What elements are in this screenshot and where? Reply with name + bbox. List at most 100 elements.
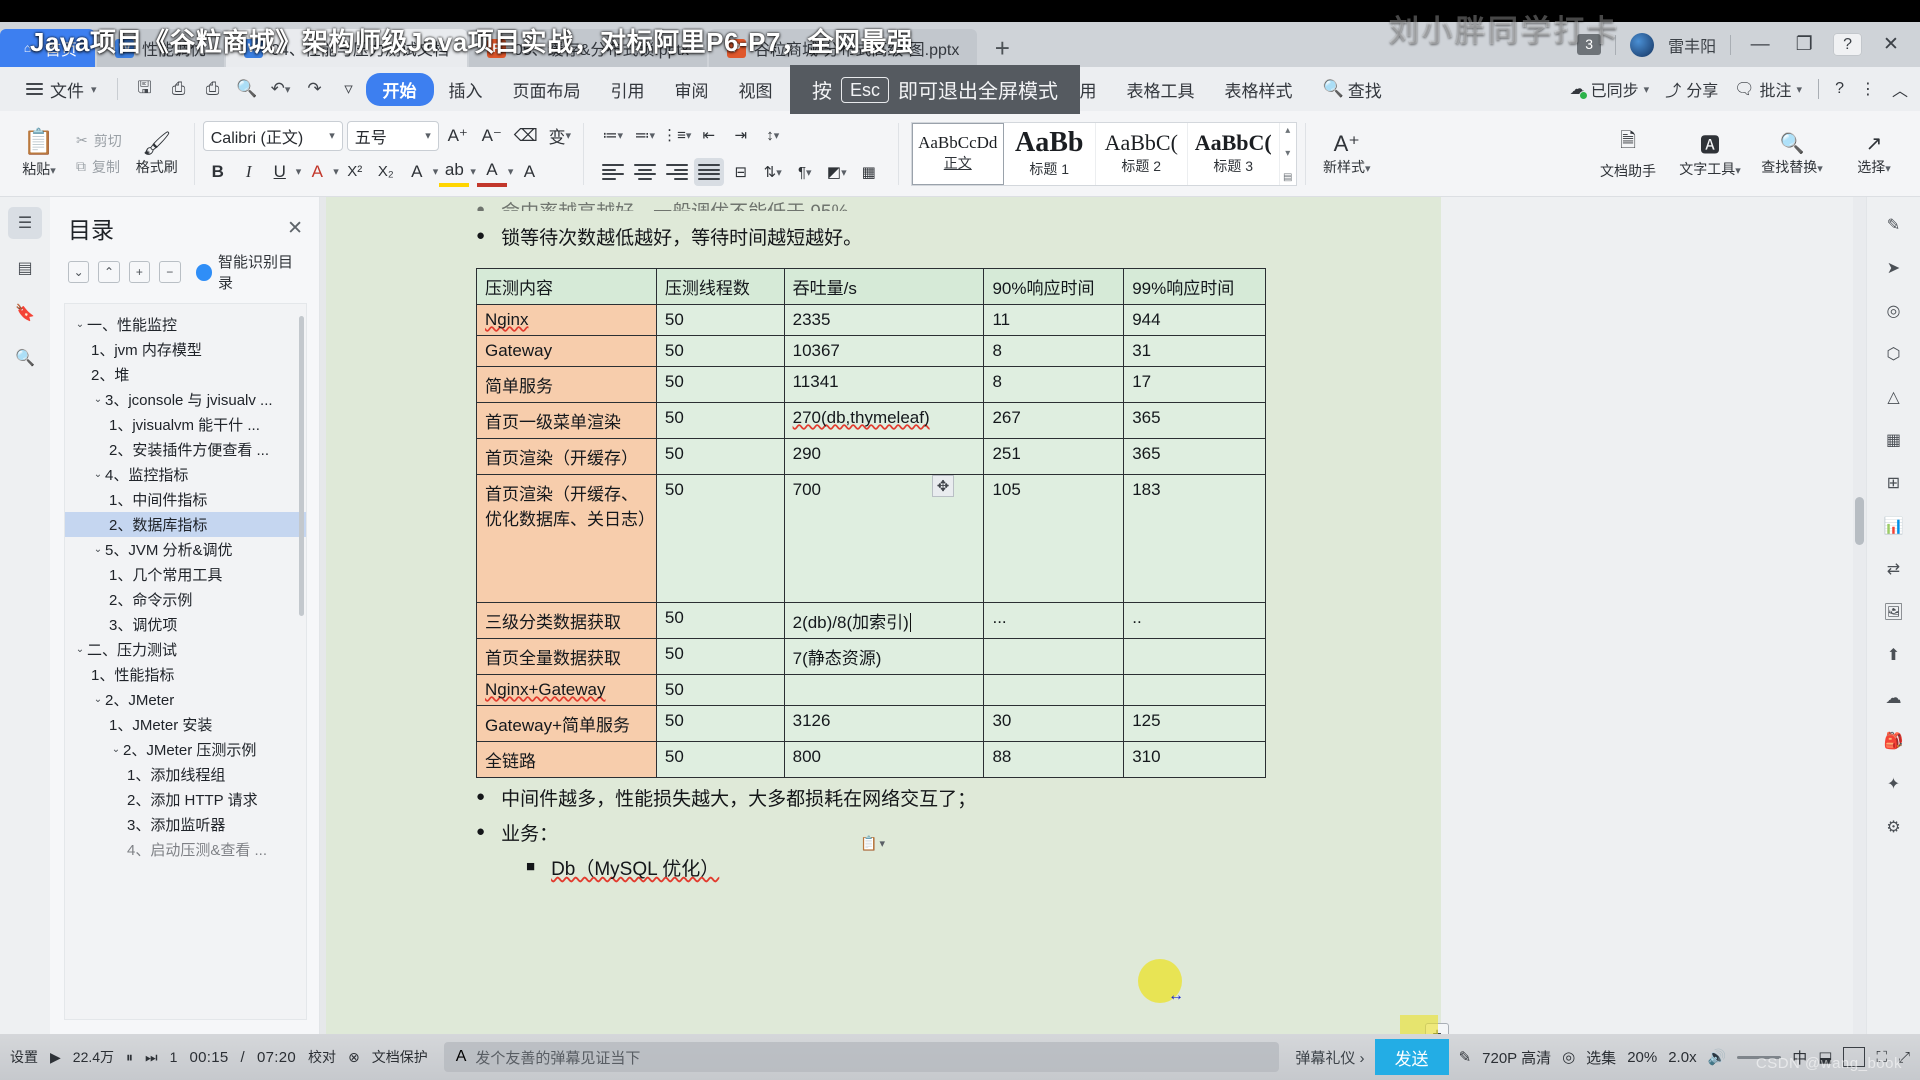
proofread-label[interactable]: 校对 [308, 1047, 336, 1067]
outline-item[interactable]: 1、添加线程组 [65, 762, 306, 787]
table-row[interactable]: 首页全量数据获取 50 7(静态资源) [476, 638, 1266, 675]
chevron-down-icon[interactable]: ▾ [333, 165, 339, 178]
outline-item[interactable]: 1、jvm 内存模型 [65, 337, 306, 362]
thumbnail-panel-icon[interactable]: ▤ [8, 252, 42, 284]
scroll-down-icon[interactable]: ▾ [1285, 148, 1290, 159]
expand-all-icon[interactable]: + [128, 261, 151, 283]
episode-list-button[interactable]: 选集 [1586, 1047, 1616, 1068]
table-row[interactable]: 首页渲染（开缓存） 50 290 251 365 [476, 438, 1266, 475]
collapse-all-icon[interactable]: − [159, 261, 181, 283]
smart-outline-button[interactable]: 智能识别目录 [195, 251, 306, 293]
cell-name[interactable]: Gateway [476, 335, 657, 367]
danmaku-toggle-icon[interactable]: ⊗ [348, 1049, 360, 1066]
line-spacing-icon[interactable]: ↕ ▾ [758, 120, 788, 150]
chevron-down-icon[interactable]: ⌄ [91, 694, 105, 705]
collapse-up-icon[interactable]: ⌃ [98, 261, 120, 283]
char-shading-button[interactable]: A [402, 157, 432, 187]
send-danmaku-button[interactable]: 发送 [1374, 1039, 1449, 1075]
cell-name[interactable]: 三级分类数据获取 [476, 602, 657, 639]
italic-button[interactable]: I [234, 157, 264, 187]
tab-table-tools[interactable]: 表格工具 [1112, 73, 1210, 106]
subscript-button[interactable]: X₂ [371, 157, 401, 187]
bullet-list-icon[interactable]: ≔ ▾ [598, 120, 628, 150]
expand-gallery-icon[interactable]: ▤ [1283, 172, 1292, 183]
minimize-button[interactable]: — [1745, 34, 1775, 56]
star-icon[interactable]: ✦ [1877, 768, 1911, 800]
new-style-button[interactable]: A⁺ 新样式▾ [1314, 131, 1380, 177]
triangle-icon[interactable]: △ [1877, 381, 1911, 413]
close-button[interactable]: ✕ [1876, 33, 1906, 56]
cell-threads[interactable]: 50 [655, 674, 785, 706]
align-center-icon[interactable] [630, 158, 660, 186]
outline-item[interactable]: 2、堆 [65, 362, 306, 387]
cell-threads[interactable]: 50 [655, 335, 785, 367]
chevron-down-icon[interactable]: ⌄ [91, 394, 105, 405]
chart-icon[interactable]: 📊 [1877, 510, 1911, 542]
cell-throughput[interactable]: 3126 [783, 705, 985, 742]
style-gallery-scrollbar[interactable]: ▴ ▾ ▤ [1280, 123, 1296, 185]
tab-insert[interactable]: 插入 [434, 73, 498, 106]
font-size-select[interactable]: 五号 ▾ [346, 120, 439, 151]
cell-threads[interactable]: 50 [655, 304, 785, 336]
danmaku-input[interactable]: A 发个友善的弹幕见证当下 [443, 1042, 1280, 1072]
outline-item[interactable]: 1、中间件指标 [65, 487, 306, 512]
outline-item[interactable]: 2、安装插件方便查看 ... [65, 437, 306, 462]
style-heading-2[interactable]: AaBbC( 标题 2 [1096, 122, 1188, 185]
cell-p90[interactable] [983, 638, 1125, 675]
tab-page-layout[interactable]: 页面布局 [498, 73, 596, 106]
cell-p99[interactable]: 944 [1123, 304, 1266, 336]
tab-references[interactable]: 引用 [596, 73, 660, 106]
style-heading-1[interactable]: AaBb 标题 1 [1004, 122, 1096, 185]
cell-throughput[interactable]: 10367 [783, 335, 985, 367]
outline-item[interactable]: ⌄ 2、JMeter [65, 687, 306, 712]
comment-button[interactable]: 🗨 批注 ▾ [1734, 77, 1802, 101]
cell-throughput[interactable]: 7(静态资源) [783, 638, 985, 675]
search-panel-icon[interactable]: 🔍 [8, 342, 42, 374]
avatar[interactable] [1630, 32, 1655, 57]
settings-label[interactable]: 设置 [10, 1047, 38, 1067]
document-canvas[interactable]: ● 命中率越高越好，一般调优不能低于 95%。 ● 锁等待次数越低越好，等待时间… [320, 197, 1866, 1034]
bold-button[interactable]: B [203, 157, 233, 187]
cell-name[interactable]: Gateway+简单服务 [476, 705, 657, 742]
quality-selector[interactable]: 720P 高清 [1482, 1047, 1551, 1068]
cell-p90[interactable]: ... [983, 602, 1125, 639]
cell-p99[interactable]: 17 [1123, 366, 1266, 403]
table-row[interactable]: 三级分类数据获取 50 2(db)/8(加索引) ... .. [476, 602, 1266, 639]
pause-button[interactable]: ⏸ [126, 1049, 133, 1066]
outline-item[interactable]: ⌄ 5、JVM 分析&调优 [65, 537, 306, 562]
play-pause-button[interactable]: ▶ [50, 1049, 61, 1066]
share-button[interactable]: ⤴ 分享 [1665, 77, 1718, 101]
volume-icon[interactable]: 🔊 [1708, 1048, 1727, 1066]
doc-assistant-button[interactable]: 🗎 文档助手 [1588, 126, 1668, 181]
text-tools-button[interactable]: 🅰 文字工具▾ [1670, 129, 1750, 179]
decrease-indent-icon[interactable]: ⇤ [694, 120, 724, 150]
tab-view[interactable]: 视图 [724, 73, 788, 106]
find-replace-button[interactable]: 🔍 查找替换▾ [1752, 131, 1832, 177]
outline-item[interactable]: ⌄ 二、压力测试 [65, 637, 306, 662]
cell-p99[interactable]: 365 [1123, 402, 1266, 439]
outline-item[interactable]: ⌄ 一、性能监控 [65, 312, 306, 337]
cell-name[interactable]: Nginx+Gateway [476, 674, 657, 706]
table-row[interactable]: Gateway+简单服务 50 3126 30 125 [476, 705, 1266, 742]
table-icon[interactable]: ▦ [1877, 424, 1911, 456]
outline-item[interactable]: 1、性能指标 [65, 662, 306, 687]
save-icon[interactable]: 🖫 [128, 74, 162, 104]
tab-start[interactable]: 开始 [365, 72, 434, 106]
cursor-icon[interactable]: ➤ [1877, 252, 1911, 284]
pinyin-guide-icon[interactable]: 变 ▾ [545, 121, 575, 151]
table-row[interactable]: 简单服务 50 11341 8 17 [476, 366, 1266, 403]
tab-review[interactable]: 审阅 [660, 73, 724, 106]
document-scrollbar-track[interactable] [1853, 197, 1866, 1034]
outline-item[interactable]: ⌄ 3、jconsole 与 jvisualv ... [65, 387, 306, 412]
flow-icon[interactable]: ⇄ [1877, 553, 1911, 585]
cell-p99[interactable]: .. [1123, 602, 1266, 639]
cloud-icon[interactable]: ☁ [1877, 682, 1911, 714]
format-painter-button[interactable]: 🖌 格式刷 [128, 130, 186, 177]
justify-icon[interactable] [693, 158, 724, 186]
cell-p90[interactable]: 105 [983, 474, 1125, 603]
numbered-list-icon[interactable]: ≕ ▾ [630, 120, 660, 150]
cell-threads[interactable]: 50 [655, 602, 785, 639]
table-row[interactable]: Nginx+Gateway 50 [476, 674, 1266, 706]
shading-icon[interactable]: ◩ ▾ [822, 157, 852, 187]
cloud-sync-status[interactable]: ☁ 已同步 ▾ [1570, 77, 1649, 101]
